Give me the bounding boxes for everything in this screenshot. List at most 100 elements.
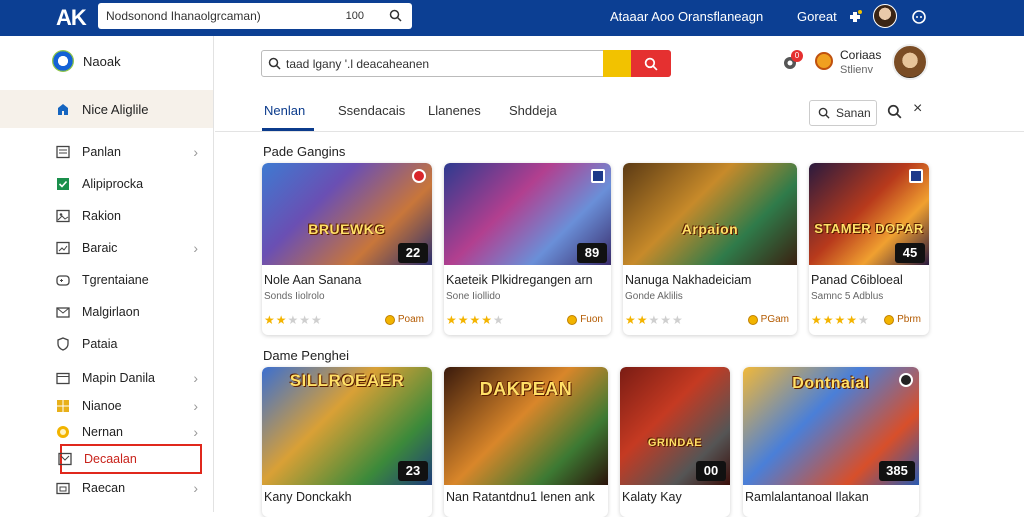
game-name: Nanuga Nakhadeiciam <box>625 273 752 287</box>
sidebar-item-7[interactable]: Mapin Danila › <box>56 366 206 390</box>
sidebar-item-0[interactable]: Panlan › <box>56 140 206 164</box>
chevron-right-icon: › <box>193 398 198 414</box>
game-name: Panad C6ibloeal <box>811 273 903 287</box>
coin-icon <box>884 314 895 325</box>
sidebar-item-9[interactable]: Nernan › <box>56 420 206 444</box>
game-card[interactable]: GRINDAE 00 Kalaty Kay <box>620 367 730 517</box>
sidebar-item-8[interactable]: Nianoe › <box>56 394 206 418</box>
top-bar: AK Nodsonond Ihanaolgrcaman) 100 Ataaar … <box>0 0 1024 36</box>
section-title: Dame Penghei <box>263 348 349 363</box>
game-card[interactable]: SILLROEAER 23 Kany Donckakh <box>262 367 432 517</box>
tab-1[interactable]: Ssendacais <box>338 103 405 118</box>
game-corner-icon <box>591 169 605 183</box>
sidebar-item-6[interactable]: Pataia <box>56 332 206 356</box>
art-title: SILLROEAER <box>289 371 405 390</box>
game-card[interactable]: BRUEWKG 22 Nole Aan Sanana Sonds Iiolrol… <box>262 163 432 335</box>
game-badge: 00 <box>696 461 726 481</box>
close-icon[interactable]: × <box>913 100 922 118</box>
list-icon <box>56 145 70 159</box>
sidebar-item-label: Pataia <box>82 337 118 351</box>
tab-search-label: Sanan <box>836 106 871 120</box>
grid-icon <box>57 400 69 412</box>
sidebar-item-10-selected[interactable]: Decaalan <box>58 444 202 474</box>
address-bar[interactable]: Nodsonond Ihanaolgrcaman) 100 <box>98 3 412 29</box>
game-corner-icon <box>412 169 426 183</box>
search-icon[interactable] <box>887 104 902 124</box>
profile-avatar[interactable] <box>873 4 897 28</box>
search-icon[interactable] <box>389 9 402 25</box>
price[interactable]: Fuon <box>567 314 603 325</box>
game-name: Kany Donckakh <box>264 490 352 504</box>
sidebar-item-5[interactable]: Malgirlaon <box>56 300 206 324</box>
tab-0[interactable]: Nenlan <box>264 103 305 118</box>
notification-badge: 0 <box>791 50 803 62</box>
chevron-right-icon: › <box>193 144 198 160</box>
game-card[interactable]: Arpaion Nanuga Nakhadeiciam Gonde Aklili… <box>623 163 797 335</box>
top-right-label[interactable]: Goreat <box>797 9 837 24</box>
art-title: Dontnaial <box>792 375 870 392</box>
sidebar-item-1[interactable]: Alipiprocka <box>56 172 206 196</box>
user-avatar[interactable] <box>892 44 928 80</box>
search-icon <box>268 57 281 73</box>
game-card[interactable]: Dontnaial 385 Ramlalantanoal Ilakan <box>743 367 919 517</box>
user-name[interactable]: Coriaas <box>840 48 881 62</box>
search-icon <box>644 57 658 71</box>
search-button[interactable] <box>631 50 671 77</box>
app-logo[interactable]: AK <box>56 5 87 31</box>
sidebar-item-label: Rakion <box>82 209 121 223</box>
brand-name: Naoak <box>83 53 121 69</box>
sidebar-item-label: Tgrentaiane <box>82 273 149 287</box>
rating-stars: ★★★★★ <box>811 313 870 327</box>
chevron-right-icon: › <box>193 424 198 440</box>
price[interactable]: Pbrm <box>884 314 921 325</box>
tab-2[interactable]: Llanenes <box>428 103 481 118</box>
price-label: Pbrm <box>897 314 921 325</box>
sidebar-item-2[interactable]: Rakion <box>56 204 206 228</box>
home-icon <box>58 104 68 115</box>
game-badge: 89 <box>577 243 607 263</box>
wallet-icon[interactable] <box>815 52 833 70</box>
chart-icon <box>56 241 70 255</box>
game-art: DAKPEAN <box>444 367 608 485</box>
sidebar-item-4[interactable]: Tgrentaiane <box>56 268 206 292</box>
gamepad-icon <box>56 275 70 286</box>
price-label: Fuon <box>580 314 603 325</box>
art-title: DAKPEAN <box>479 379 573 399</box>
zoom-level: 100 <box>345 10 364 22</box>
tab-search-button[interactable]: Sanan <box>809 100 877 126</box>
game-card[interactable]: DAKPEAN Nan Ratantdnu1 lenen ank <box>444 367 608 517</box>
filter-button[interactable] <box>603 50 631 77</box>
puzzle-icon[interactable] <box>844 6 866 28</box>
menu-icon[interactable] <box>908 6 930 28</box>
game-corner-icon <box>899 373 913 387</box>
tab-3[interactable]: Shddeja <box>509 103 557 118</box>
game-art: Arpaion <box>623 163 797 265</box>
sidebar-item-active[interactable]: Nice Aliglile <box>0 90 213 128</box>
game-card[interactable]: STAMER DOPAR 45 Panad C6ibloeal Samnc 5 … <box>809 163 929 335</box>
art-title: Arpaion <box>681 221 739 237</box>
coin-icon <box>567 314 578 325</box>
main-content: taad lgany '.l deacaheanen 0 Coriaas Stl… <box>215 36 1024 517</box>
game-card[interactable]: 89 Kaeteik Plkidregangen arn Sone Iiolli… <box>444 163 611 335</box>
price[interactable]: Poam <box>384 314 424 325</box>
sidebar-item-label: Baraic <box>82 241 118 255</box>
chevron-right-icon: › <box>193 480 198 496</box>
top-center-label[interactable]: Ataaar Aoo Oransflaneagn <box>610 9 763 24</box>
game-name: Kalaty Kay <box>622 490 682 504</box>
folder-icon <box>56 482 70 495</box>
game-subtitle: Sone Iiollido <box>446 291 501 302</box>
price[interactable]: PGam <box>747 314 789 325</box>
sidebar-item-11[interactable]: Raecan › <box>56 476 206 500</box>
chevron-right-icon: › <box>193 370 198 386</box>
shield-icon <box>57 337 69 351</box>
game-badge: 45 <box>895 243 925 263</box>
sidebar-item-label: Nice Aliglile <box>82 101 149 117</box>
art-title: GRINDAE <box>647 437 703 449</box>
art-title: STAMER DOPAR <box>814 221 924 236</box>
sidebar-item-label: Alipiprocka <box>82 177 144 191</box>
sidebar-item-3[interactable]: Baraic › <box>56 236 206 260</box>
sidebar-item-label: Nernan <box>82 425 123 439</box>
active-tab-indicator <box>262 128 314 131</box>
game-badge: 23 <box>398 461 428 481</box>
brand[interactable]: Naoak <box>52 50 121 72</box>
